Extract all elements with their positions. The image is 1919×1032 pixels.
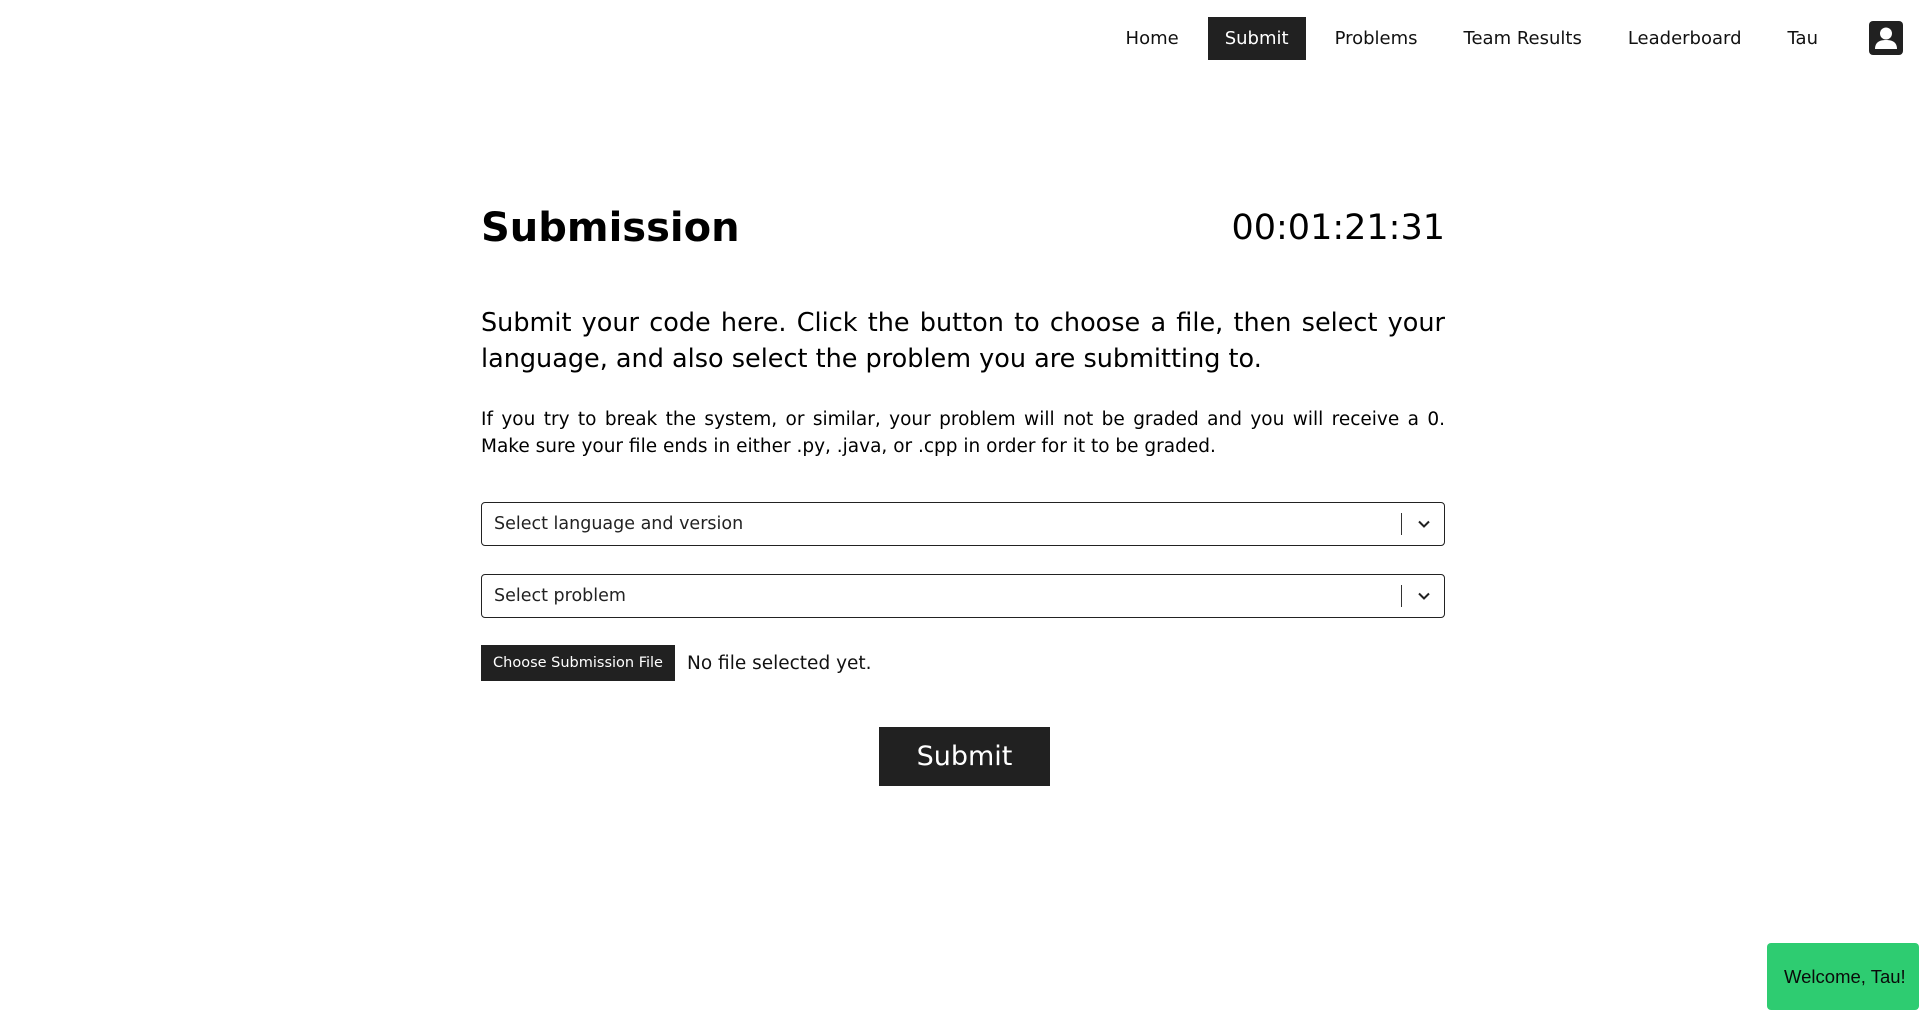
nav-menu: Home Submit Problems Team Results Leader… [1097,17,1835,60]
top-navbar: Home Submit Problems Team Results Leader… [0,0,1919,78]
select-separator [1400,513,1402,535]
chevron-down-icon[interactable] [1416,516,1432,532]
page-header: Submission 00:01:21:31 [481,200,1445,256]
select-separator [1400,585,1402,607]
warning-text: If you try to break the system, or simil… [481,409,1445,457]
problem-select[interactable]: Select problem [481,574,1445,618]
page-title: Submission [481,205,740,251]
nav-item-problems[interactable]: Problems [1318,17,1435,60]
language-select[interactable]: Select language and version [481,502,1445,546]
file-picker-row: Choose Submission File No file selected … [481,645,872,681]
choose-file-button[interactable]: Choose Submission File [481,645,675,681]
file-status-text: No file selected yet. [687,652,872,674]
welcome-toast[interactable]: Welcome, Tau! [1767,943,1919,1010]
nav-item-leaderboard[interactable]: Leaderboard [1611,17,1759,60]
profile-button[interactable] [1869,21,1903,55]
user-account-icon [1875,27,1897,49]
nav-item-team-results[interactable]: Team Results [1447,17,1599,60]
problem-select-placeholder: Select problem [494,586,626,606]
countdown-timer: 00:01:21:31 [1231,208,1445,248]
submit-button[interactable]: Submit [879,727,1050,786]
nav-item-user-tau[interactable]: Tau [1771,17,1835,60]
nav-item-home[interactable]: Home [1109,17,1196,60]
language-select-placeholder: Select language and version [494,514,744,534]
instructions-text: Submit your code here. Click the button … [481,308,1445,374]
nav-item-submit[interactable]: Submit [1207,17,1306,60]
chevron-down-icon[interactable] [1416,588,1432,604]
